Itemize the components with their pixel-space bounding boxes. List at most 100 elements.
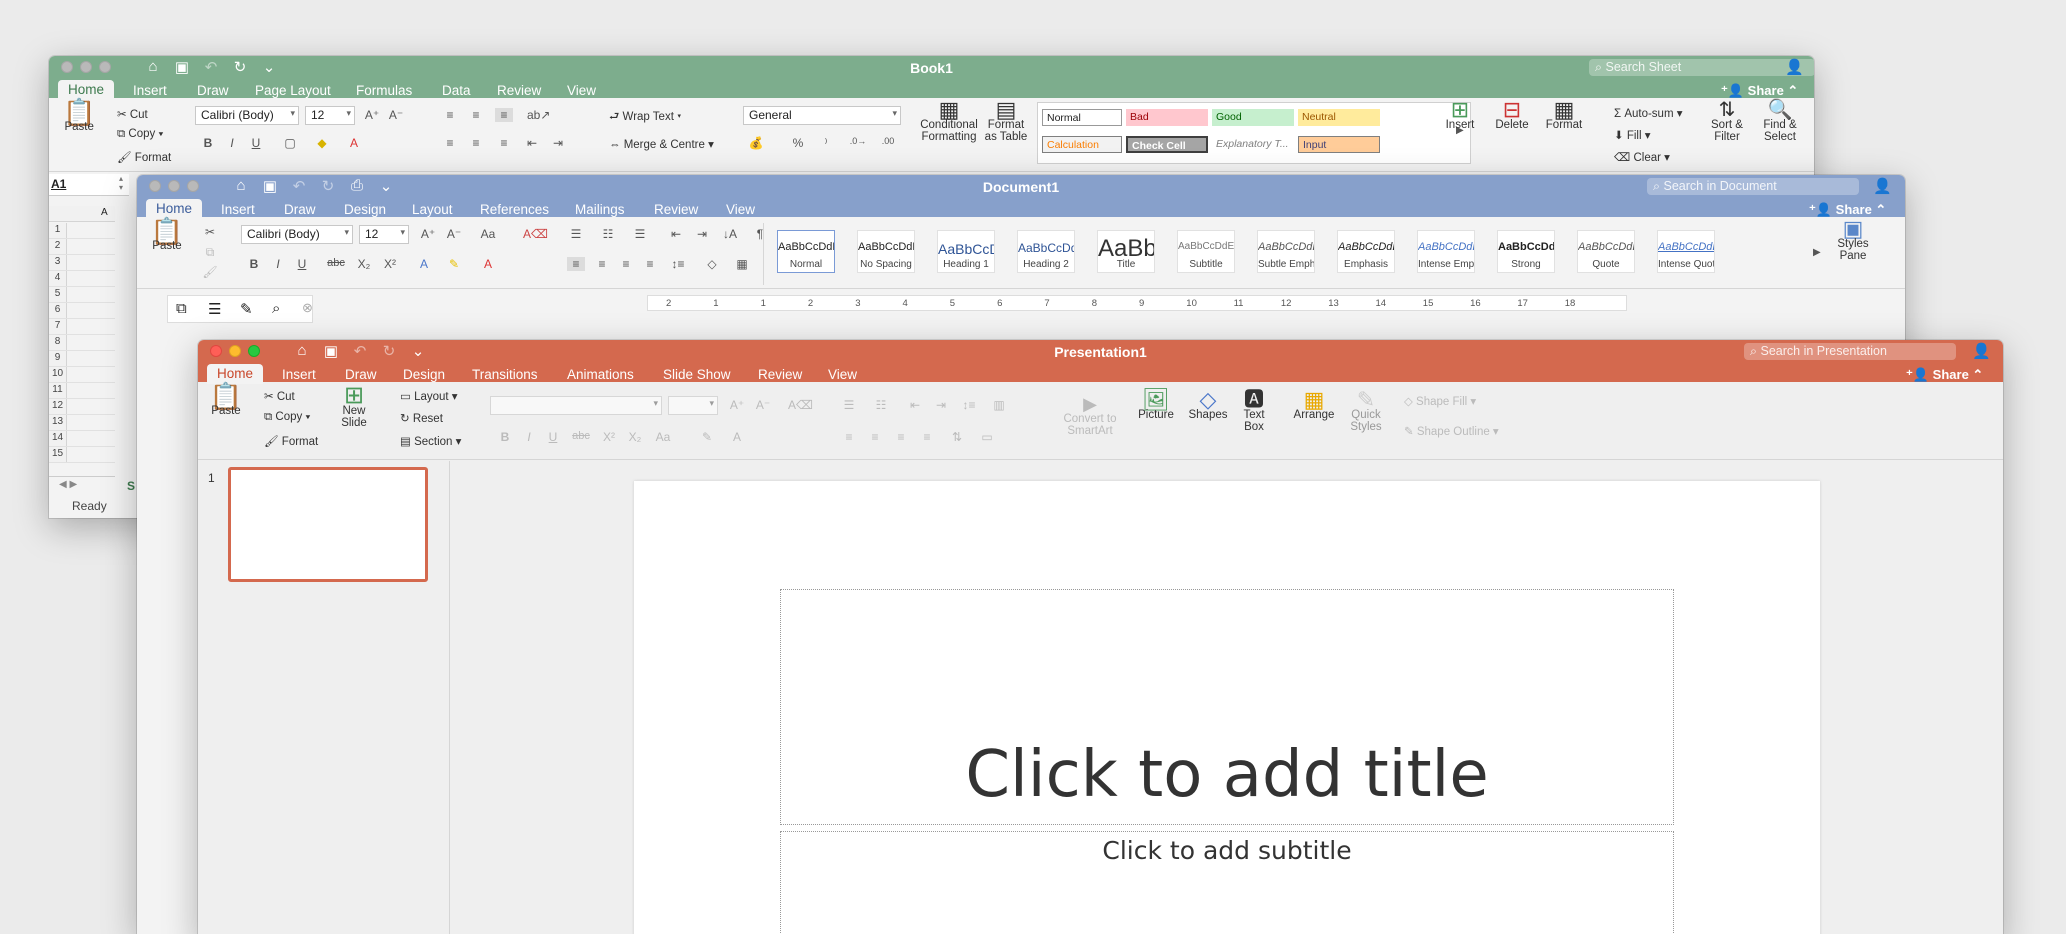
tab-review[interactable]: Review bbox=[654, 202, 698, 217]
orientation-icon[interactable]: ab↗ bbox=[527, 108, 550, 122]
style-item[interactable]: AaBbCcDdEe Normal bbox=[777, 230, 835, 273]
tab-data[interactable]: Data bbox=[442, 83, 471, 98]
align-top-icon[interactable]: ≡ bbox=[441, 108, 459, 122]
bullets-icon[interactable]: ☰ bbox=[840, 398, 858, 412]
align-center-icon[interactable]: ≡ bbox=[467, 136, 485, 150]
tab-layout[interactable]: Layout bbox=[412, 202, 453, 217]
strikethrough-icon[interactable]: abc bbox=[327, 257, 345, 269]
bold-icon[interactable]: B bbox=[496, 430, 514, 444]
convert-smartart-button[interactable]: ▶ Convert to SmartArt bbox=[1062, 395, 1118, 437]
format-painter-button[interactable]: 🖌 Format bbox=[264, 434, 318, 448]
style-neutral[interactable]: Neutral bbox=[1298, 109, 1380, 126]
format-painter-icon[interactable]: 🖌 bbox=[201, 265, 219, 279]
currency-icon[interactable]: 💰 bbox=[747, 136, 765, 150]
sheet-tab[interactable]: S bbox=[127, 479, 135, 493]
tab-formulas[interactable]: Formulas bbox=[356, 83, 412, 98]
align-bottom-icon[interactable]: ≡ bbox=[495, 108, 513, 122]
italic-icon[interactable]: I bbox=[520, 430, 538, 444]
conditional-formatting-button[interactable]: ▦ Conditional Formatting bbox=[919, 99, 979, 144]
style-normal[interactable]: Normal bbox=[1042, 109, 1122, 126]
quick-styles-button[interactable]: ✎ Quick Styles bbox=[1346, 389, 1386, 434]
autosum-button[interactable]: Σ Auto-sum ▾ bbox=[1614, 106, 1683, 120]
increase-decimal-icon[interactable]: .0→ bbox=[849, 136, 867, 146]
numbering-icon[interactable]: ☷ bbox=[599, 227, 617, 241]
align-right-icon[interactable]: ≡ bbox=[892, 430, 910, 444]
gallery-more-icon[interactable]: ▶ bbox=[1813, 247, 1821, 258]
decrease-indent-icon[interactable]: ⇤ bbox=[523, 136, 541, 150]
row-header[interactable]: 3 bbox=[49, 255, 67, 270]
grow-font-icon[interactable]: A⁺ bbox=[419, 227, 437, 241]
grow-font-icon[interactable]: A⁺ bbox=[363, 108, 381, 122]
align-right-icon[interactable]: ≡ bbox=[617, 257, 635, 271]
comma-icon[interactable]: ⁾ bbox=[817, 136, 835, 150]
strikethrough-icon[interactable]: abc bbox=[572, 430, 590, 442]
increase-indent-icon[interactable]: ⇥ bbox=[932, 398, 950, 412]
clear-button[interactable]: ⌫ Clear ▾ bbox=[1614, 150, 1670, 164]
row-header[interactable]: 13 bbox=[49, 415, 67, 430]
bullets-icon[interactable]: ☰ bbox=[567, 227, 585, 241]
picture-button[interactable]: 🖼 Picture bbox=[1136, 389, 1176, 422]
change-case-icon[interactable]: Aa bbox=[479, 227, 497, 241]
style-bad[interactable]: Bad bbox=[1126, 109, 1208, 126]
row-header[interactable]: 7 bbox=[49, 319, 67, 334]
prev-sheet-icon[interactable]: ◀ ▶ bbox=[59, 479, 77, 490]
row-header[interactable]: 12 bbox=[49, 399, 67, 414]
columns-icon[interactable]: ▥ bbox=[990, 398, 1008, 412]
bold-icon[interactable]: B bbox=[245, 257, 263, 271]
justify-icon[interactable]: ≡ bbox=[641, 257, 659, 271]
tab-design[interactable]: Design bbox=[403, 367, 445, 382]
cut-button[interactable]: ✂ Cut bbox=[264, 389, 295, 403]
shape-fill-button[interactable]: ◇ Shape Fill ▾ bbox=[1404, 394, 1476, 408]
tab-draw[interactable]: Draw bbox=[345, 367, 377, 382]
highlight-icon[interactable]: ✎ bbox=[445, 257, 463, 271]
row-header[interactable]: 8 bbox=[49, 335, 67, 350]
wrap-text-button[interactable]: ⮐ Wrap Text ▾ bbox=[609, 109, 681, 128]
paste-button[interactable]: 📋 Paste bbox=[208, 383, 244, 417]
align-center-icon[interactable]: ≡ bbox=[593, 257, 611, 271]
percent-icon[interactable]: % bbox=[789, 136, 807, 150]
increase-indent-icon[interactable]: ⇥ bbox=[693, 227, 711, 241]
shading-icon[interactable]: ◇ bbox=[703, 257, 721, 271]
font-name-select[interactable]: Calibri (Body) bbox=[195, 106, 299, 125]
column-header-a[interactable]: A bbox=[101, 207, 108, 218]
underline-icon[interactable]: U bbox=[247, 136, 265, 150]
subscript-icon[interactable]: X₂ bbox=[626, 430, 644, 444]
row-header[interactable]: 4 bbox=[49, 271, 67, 286]
tab-insert[interactable]: Insert bbox=[282, 367, 316, 382]
row-header[interactable]: 6 bbox=[49, 303, 67, 318]
pages-icon[interactable]: ⧉ bbox=[176, 300, 187, 317]
paste-button[interactable]: 📋 Paste bbox=[63, 99, 95, 133]
layout-button[interactable]: ▭ Layout ▾ bbox=[400, 389, 458, 403]
cut-icon[interactable]: ✂ bbox=[201, 225, 219, 239]
comments-icon[interactable]: ✎ bbox=[240, 300, 253, 318]
align-center-icon[interactable]: ≡ bbox=[866, 430, 884, 444]
row-header[interactable]: 10 bbox=[49, 367, 67, 382]
increase-indent-icon[interactable]: ⇥ bbox=[549, 136, 567, 150]
format-cells-button[interactable]: ▦ Format bbox=[1543, 99, 1585, 132]
tab-view[interactable]: View bbox=[726, 202, 755, 217]
font-color-icon[interactable]: A bbox=[345, 136, 363, 150]
style-item[interactable]: AaBbCcDdEe Strong bbox=[1497, 230, 1555, 273]
underline-icon[interactable]: U bbox=[544, 430, 562, 444]
highlight-icon[interactable]: ✎ bbox=[698, 430, 716, 444]
slide-thumbnail[interactable] bbox=[228, 467, 428, 582]
tab-view[interactable]: View bbox=[828, 367, 857, 382]
style-item[interactable]: AaBbCcDdEe Subtle Emph... bbox=[1257, 230, 1315, 273]
share-button[interactable]: ⁺👤 Share ⌃ bbox=[1721, 83, 1798, 99]
tab-review[interactable]: Review bbox=[497, 83, 541, 98]
change-case-icon[interactable]: Aa bbox=[654, 430, 672, 444]
subscript-icon[interactable]: X₂ bbox=[355, 257, 373, 271]
style-item[interactable]: AaBb(Title bbox=[1097, 230, 1155, 273]
search-sheet-input[interactable]: ⌕ Search Sheet bbox=[1589, 59, 1814, 76]
shape-outline-button[interactable]: ✎ Shape Outline ▾ bbox=[1404, 424, 1499, 438]
row-header[interactable]: 1 bbox=[49, 223, 67, 238]
tab-draw[interactable]: Draw bbox=[284, 202, 316, 217]
style-item[interactable]: AaBbCcDdEe Emphasis bbox=[1337, 230, 1395, 273]
align-middle-icon[interactable]: ≡ bbox=[467, 108, 485, 122]
tab-transitions[interactable]: Transitions bbox=[472, 367, 538, 382]
tab-review[interactable]: Review bbox=[758, 367, 802, 382]
text-direction-icon[interactable]: ⇅ bbox=[948, 430, 966, 444]
font-color-icon[interactable]: A bbox=[479, 257, 497, 271]
decrease-indent-icon[interactable]: ⇤ bbox=[906, 398, 924, 412]
tab-page-layout[interactable]: Page Layout bbox=[255, 83, 331, 98]
